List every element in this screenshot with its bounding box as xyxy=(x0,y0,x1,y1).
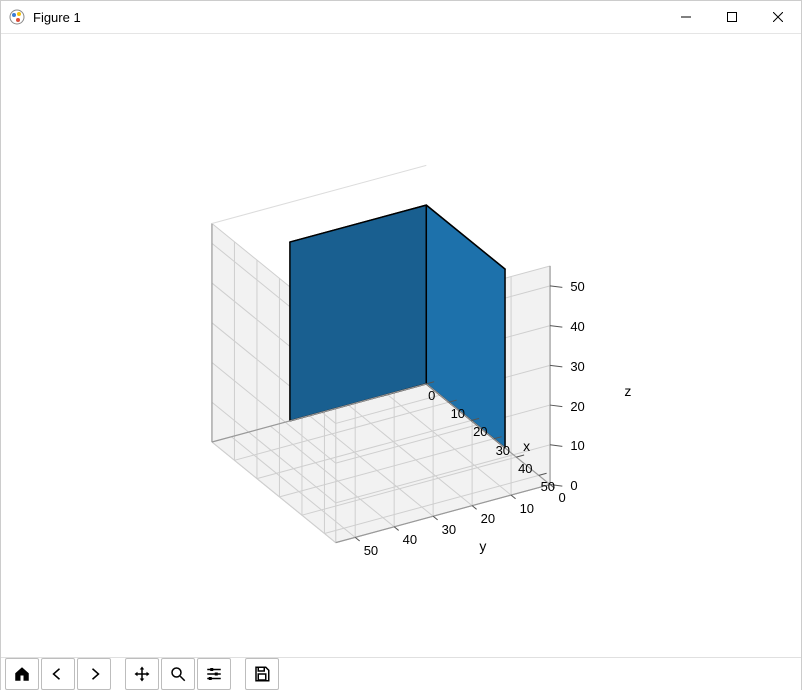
tick-label: 50 xyxy=(364,543,378,558)
tick-label: y xyxy=(479,538,486,554)
tick-label: 30 xyxy=(442,522,456,537)
save-button[interactable] xyxy=(245,658,279,690)
tick-label: x xyxy=(523,438,530,454)
tick-label: 30 xyxy=(496,443,510,458)
plot-canvas[interactable]: 0 10 20 30 40 50 0 10 20 30 40 50 0 10 20 30 40 50 x y z xyxy=(1,34,801,657)
minimize-button[interactable] xyxy=(663,1,709,33)
tick-label: 40 xyxy=(403,532,417,547)
tick-label: 20 xyxy=(481,511,495,526)
tick-label: 20 xyxy=(570,399,584,414)
tick-label: z xyxy=(624,383,631,399)
tick-label: 40 xyxy=(570,319,584,334)
home-button[interactable] xyxy=(5,658,39,690)
nav-toolbar xyxy=(1,657,801,690)
maximize-button[interactable] xyxy=(709,1,755,33)
tick-label: 0 xyxy=(559,490,566,505)
pan-button[interactable] xyxy=(125,658,159,690)
forward-button[interactable] xyxy=(77,658,111,690)
app-icon xyxy=(9,9,25,25)
tick-label: 0 xyxy=(428,388,435,403)
figure-window: Figure 1 0 10 20 30 40 50 0 10 20 30 40 50 0 10 20 30 40… xyxy=(0,0,802,690)
tick-label: 30 xyxy=(570,359,584,374)
window-title: Figure 1 xyxy=(33,10,81,25)
tick-label: 10 xyxy=(451,406,465,421)
tick-label: 0 xyxy=(570,478,577,493)
plot-svg xyxy=(1,34,801,654)
tick-label: 10 xyxy=(520,501,534,516)
tick-label: 50 xyxy=(541,479,555,494)
tick-label: 20 xyxy=(473,424,487,439)
titlebar: Figure 1 xyxy=(1,1,801,34)
tick-label: 40 xyxy=(518,461,532,476)
zoom-button[interactable] xyxy=(161,658,195,690)
tick-label: 10 xyxy=(570,438,584,453)
subplots-button[interactable] xyxy=(197,658,231,690)
tick-label: 50 xyxy=(570,279,584,294)
back-button[interactable] xyxy=(41,658,75,690)
close-button[interactable] xyxy=(755,1,801,33)
